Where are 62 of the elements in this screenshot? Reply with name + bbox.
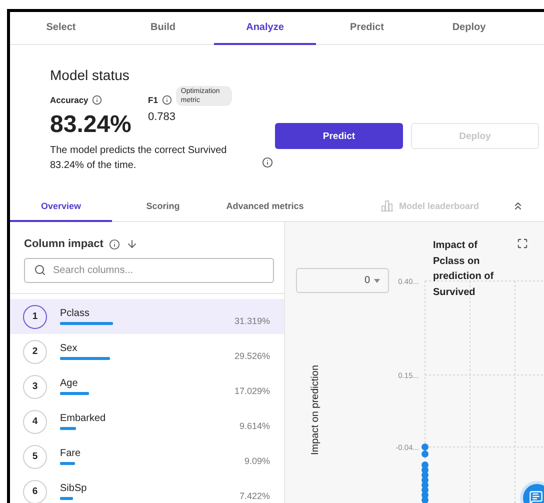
column-row[interactable]: 3 Age 17.029% xyxy=(10,369,284,404)
impact-share: 9.09% xyxy=(244,456,270,466)
search-field[interactable]: Search columns... xyxy=(24,258,274,283)
step-tab[interactable]: Deploy xyxy=(418,12,520,45)
expand-icon[interactable] xyxy=(517,238,528,249)
value-dropdown[interactable]: 0 xyxy=(296,268,389,293)
impact-share: 9.614% xyxy=(239,421,270,431)
tab[interactable]: Scoring xyxy=(112,192,214,222)
rank-badge: 5 xyxy=(23,444,47,468)
step-tab[interactable]: Build xyxy=(112,12,214,45)
column-row[interactable]: 4 Embarked 9.614% xyxy=(10,404,284,439)
sort-icon[interactable] xyxy=(126,238,138,250)
impact-bar xyxy=(60,427,76,430)
metric-value: 83.24% xyxy=(50,111,132,139)
description: The model predicts the correct Survived 83.24% of the time. xyxy=(50,144,228,173)
caret-icon xyxy=(374,278,380,282)
rank-badge: 3 xyxy=(23,374,47,398)
column-name: Age xyxy=(60,378,79,389)
column-row[interactable]: 5 Fare 9.09% xyxy=(10,439,284,474)
column-name: Pclass xyxy=(60,308,90,319)
section-title: Model status xyxy=(50,67,130,83)
rank-badge: 2 xyxy=(23,340,47,364)
column-row[interactable]: 2 Sex 29.526% xyxy=(10,334,284,369)
info-icon[interactable] xyxy=(162,95,172,105)
metric-label: F1 xyxy=(148,95,158,105)
axis-title: Impact on prediction xyxy=(310,364,321,456)
impact-bar xyxy=(60,357,110,360)
rank-badge: 6 xyxy=(23,480,47,503)
column-row[interactable]: 1 Pclass 31.319% xyxy=(10,299,284,334)
impact-bar xyxy=(60,462,76,465)
impact-share: 7.422% xyxy=(239,491,270,501)
scatter-points-drawing xyxy=(422,444,428,503)
step-tab[interactable]: Predict xyxy=(316,12,418,45)
impact-share: 29.526% xyxy=(234,351,270,361)
bar-chart-icon xyxy=(380,200,394,212)
rank-badge: 1 xyxy=(23,304,47,328)
action-button[interactable]: Predict xyxy=(275,123,403,149)
tab[interactable]: Advanced metrics xyxy=(214,192,316,222)
column-name: SibSp xyxy=(60,483,88,494)
column-name: Fare xyxy=(60,448,82,459)
column-row[interactable]: 6 SibSp 7.422% xyxy=(10,474,284,503)
impact-share: 31.319% xyxy=(234,316,270,326)
column-name: Embarked xyxy=(60,413,107,424)
rank-badge: 4 xyxy=(23,410,47,434)
impact-bar xyxy=(60,322,114,325)
chat-icon xyxy=(529,490,543,503)
column-name: Sex xyxy=(60,343,78,354)
step-tab[interactable]: Analyze xyxy=(214,12,316,45)
metric-value: 0.783 xyxy=(148,111,177,123)
impact-share: 17.029% xyxy=(234,386,270,396)
impact-bar xyxy=(60,497,73,500)
info-icon[interactable] xyxy=(109,238,120,250)
impact-bar xyxy=(60,392,89,395)
search-icon xyxy=(34,264,46,276)
metric-label: Accuracy xyxy=(50,95,88,105)
panel-title: Column impact xyxy=(24,238,104,250)
collapse-icon[interactable] xyxy=(512,200,524,212)
info-icon[interactable] xyxy=(92,95,102,105)
chart-title: Impact of Pclass on prediction of Survived xyxy=(433,239,495,300)
tab[interactable]: Overview xyxy=(10,192,112,222)
step-tab[interactable]: Select xyxy=(10,12,112,45)
info-icon[interactable] xyxy=(262,157,273,168)
